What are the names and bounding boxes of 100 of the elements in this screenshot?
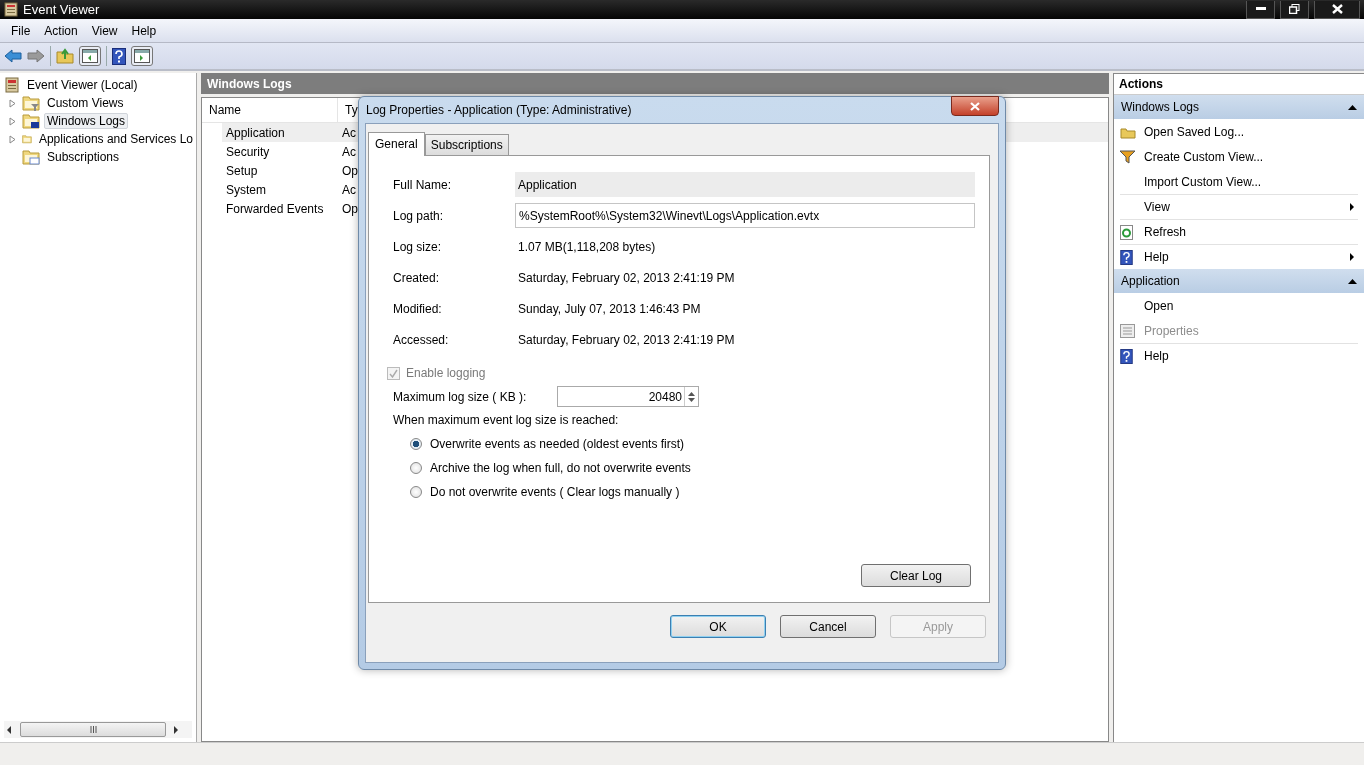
expand-arrow-icon[interactable]	[9, 98, 18, 108]
minimize-icon	[1255, 7, 1266, 11]
table-cell-text: System	[225, 182, 267, 197]
section-title: Windows Logs	[1121, 100, 1200, 114]
dialog-title: Log Properties - Application (Type: Administrative)	[365, 103, 632, 117]
menu-item[interactable]: File	[4, 23, 38, 38]
log-icon	[4, 2, 18, 17]
pane-command[interactable]: Help	[1144, 349, 1358, 363]
tree-item[interactable]: Applications and Services Lo	[35, 131, 196, 147]
field-value: Saturday, February 02, 2013 2:41:19 PM	[517, 331, 736, 349]
close-icon	[970, 101, 980, 111]
panel-toggle-button[interactable]	[79, 46, 101, 66]
radio-button[interactable]	[410, 486, 422, 498]
tree-item[interactable]: Event Viewer (Local)	[24, 77, 141, 93]
expand-arrow-icon[interactable]	[9, 116, 18, 126]
grip-icon	[89, 726, 97, 733]
collapse-arrow-icon[interactable]	[1348, 278, 1357, 284]
clear-log-button[interactable]: Clear Log	[861, 564, 971, 587]
log-icon	[4, 77, 20, 93]
folder-icon	[22, 95, 40, 111]
tree-item[interactable]: Windows Logs	[44, 113, 129, 129]
radio-button[interactable]	[410, 438, 422, 450]
filter-icon	[1120, 150, 1135, 164]
tree-item[interactable]: Subscriptions	[44, 149, 123, 165]
folder-icon	[1120, 125, 1136, 139]
panel-header: Windows Logs	[201, 73, 1109, 94]
field-value: Saturday, February 02, 2013 2:41:19 PM	[517, 269, 736, 287]
forward-arrow-icon[interactable]	[27, 49, 45, 63]
collapse-arrow-icon[interactable]	[1348, 104, 1357, 110]
field-label: Created:	[393, 269, 441, 287]
check-icon	[389, 368, 398, 378]
pane-command[interactable]: Refresh	[1144, 225, 1358, 239]
menu-item[interactable]: Help	[124, 23, 164, 38]
spin-value: 20480	[648, 389, 683, 404]
table-cell-text: Forwarded Events	[225, 201, 325, 216]
scroll-right-icon[interactable]	[174, 725, 179, 734]
pane-command[interactable]: Create Custom View...	[1144, 150, 1358, 164]
pane-command[interactable]: View	[1144, 200, 1350, 214]
dialog-button[interactable]: OK	[670, 615, 766, 638]
section-title: Application	[1121, 274, 1180, 288]
table-cell-text: Ac	[342, 182, 357, 197]
radio-label: Overwrite events as needed (oldest events first)	[430, 437, 685, 451]
close-button[interactable]	[951, 96, 999, 116]
field-label: Full Name:	[393, 176, 452, 194]
help-icon[interactable]	[112, 47, 126, 65]
restore-button[interactable]	[1280, 0, 1309, 19]
folder-icon	[22, 149, 40, 165]
input-field[interactable]: %SystemRoot%\System32\Winevt\Logs\Application.evtx	[515, 203, 975, 228]
spin-field[interactable]: 20480	[557, 386, 699, 407]
table-cell-text: Op	[342, 163, 359, 178]
tab[interactable]: General	[368, 132, 425, 156]
panel-toggle-button[interactable]	[131, 46, 153, 66]
field-label: Maximum log size ( KB ):	[393, 388, 528, 406]
pane-command[interactable]: Help	[1144, 250, 1350, 264]
field-label: Log path:	[393, 207, 445, 225]
close-button[interactable]	[1314, 0, 1360, 19]
help-icon	[1120, 249, 1133, 265]
field-label: Log size:	[393, 238, 443, 256]
minimize-button[interactable]	[1246, 0, 1275, 19]
pane-command[interactable]: Import Custom View...	[1144, 175, 1358, 189]
radio-button[interactable]	[410, 462, 422, 474]
field-label: Accessed:	[393, 331, 450, 349]
tab[interactable]: Subscriptions	[424, 134, 509, 155]
field-value: Sunday, July 07, 2013 1:46:43 PM	[517, 300, 702, 318]
section-header[interactable]: Application	[1114, 269, 1364, 293]
menu-item[interactable]: Action	[37, 23, 85, 38]
folder-icon[interactable]	[56, 48, 74, 64]
spin-up-icon[interactable]	[688, 391, 695, 396]
window-title: Event Viewer	[23, 2, 100, 17]
dialog-button[interactable]: Cancel	[780, 615, 876, 638]
menu-item[interactable]: View	[84, 23, 125, 38]
table-cell-text: Op	[342, 201, 359, 216]
pane-command[interactable]: Open Saved Log...	[1144, 125, 1358, 139]
table-cell-text: Setup	[225, 163, 259, 178]
column-header[interactable]: Name	[202, 98, 338, 122]
panel-icon	[134, 49, 150, 63]
scroll-left-icon[interactable]	[7, 725, 12, 734]
readonly-field: Application	[515, 172, 975, 197]
back-arrow-icon[interactable]	[4, 49, 22, 63]
group-label: When maximum event log size is reached:	[393, 413, 620, 427]
field-label: Modified:	[393, 300, 443, 318]
section-header[interactable]: Windows Logs	[1114, 95, 1364, 119]
checkbox-label: Enable logging	[406, 366, 486, 380]
tree-item[interactable]: Custom Views	[44, 95, 127, 111]
table-cell-text: Security	[225, 144, 271, 159]
restore-icon	[1289, 4, 1300, 14]
scrollbar-thumb[interactable]	[20, 722, 166, 737]
refresh-icon	[1120, 224, 1133, 240]
radio-label: Archive the log when full, do not overwrite events	[430, 461, 691, 475]
folder-icon	[22, 113, 40, 129]
panel-icon	[82, 49, 98, 63]
pane-command[interactable]: Open	[1144, 299, 1358, 313]
horizontal-scrollbar[interactable]	[4, 721, 192, 738]
close-icon	[1331, 4, 1343, 14]
expand-arrow-icon[interactable]	[9, 134, 18, 144]
spin-down-icon[interactable]	[688, 397, 695, 402]
table-cell-text: Ac	[342, 125, 357, 140]
field-value: 1.07 MB(1,118,208 bytes)	[517, 238, 657, 256]
radio-label: Do not overwrite events ( Clear logs manually )	[430, 485, 680, 499]
table-cell-text: Ac	[342, 144, 357, 159]
